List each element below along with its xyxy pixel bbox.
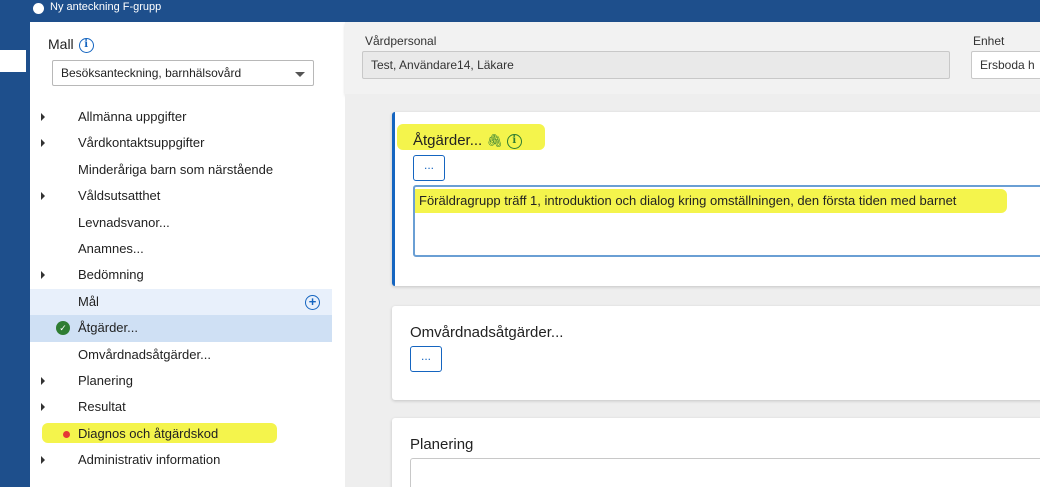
- planering-title: Planering: [410, 436, 474, 453]
- chevron-right-icon[interactable]: [41, 139, 45, 148]
- sidebar-item-label: Anamnes...: [78, 240, 144, 256]
- atgarder-more-button[interactable]: ...: [413, 155, 445, 181]
- sidebar-item-valdsutsatthet[interactable]: Våldsutsatthet: [30, 183, 332, 209]
- app-icon: [33, 3, 44, 14]
- sidebar-item-mal[interactable]: Mål +: [30, 288, 332, 316]
- sidebar-item-diagnos[interactable]: Diagnos och åtgärdskod: [30, 421, 332, 447]
- planering-textarea[interactable]: [410, 458, 1040, 487]
- chevron-right-icon[interactable]: [41, 271, 45, 280]
- atgarder-card: Åtgärder... 🖇 i ... Föräldragrupp träff 1,…: [392, 112, 1040, 286]
- sidebar-item-label: Våldsutsatthet: [78, 188, 161, 204]
- sidebar-item-atgarder[interactable]: ✓ Åtgärder...: [30, 315, 332, 342]
- mall-select-value: Besöksanteckning, barnhälsovård: [61, 66, 242, 80]
- sidebar-item-resultat[interactable]: Resultat: [30, 394, 332, 420]
- sidebar-item-label: Åtgärder...: [78, 320, 138, 336]
- rail-tab[interactable]: [0, 50, 26, 72]
- sidebar-item-planering[interactable]: Planering: [30, 368, 332, 394]
- chevron-down-icon: [295, 72, 305, 77]
- chevron-right-icon[interactable]: [41, 403, 45, 412]
- check-circle-icon: ✓: [56, 321, 70, 336]
- planering-card: Planering: [392, 418, 1040, 487]
- left-rail: [0, 22, 30, 487]
- sidebar: Mall i Besöksanteckning, barnhälsovård Al…: [30, 22, 332, 487]
- sidebar-item-levnadsvanor[interactable]: Levnadsvanor...: [30, 210, 332, 236]
- sidebar-item-minderariga-barn[interactable]: Minderåriga barn som närstående: [30, 157, 332, 183]
- enhet-label: Enhet: [973, 34, 1005, 48]
- enhet-value: Ersboda h: [980, 58, 1035, 72]
- chevron-right-icon[interactable]: [41, 376, 45, 385]
- sidebar-item-label: Diagnos och åtgärdskod: [78, 425, 219, 441]
- sidebar-item-label: Omvårdnadsåtgärder...: [78, 346, 211, 362]
- vardpersonal-field[interactable]: Test, Användare14, Läkare: [362, 51, 950, 79]
- mall-label: Mall i: [48, 36, 94, 53]
- sidebar-item-administrativ[interactable]: Administrativ information: [30, 447, 332, 473]
- sidebar-item-label: Bedömning: [78, 267, 144, 283]
- info-icon[interactable]: i: [506, 133, 522, 149]
- sidebar-item-label: Levnadsvanor...: [78, 214, 170, 230]
- info-icon[interactable]: i: [78, 37, 94, 53]
- header-fields: Vårdpersonal Test, Användare14, Läkare E…: [345, 22, 1040, 94]
- sidebar-item-label: Vårdkontaktsuppgifter: [78, 135, 205, 151]
- sidebar-item-label: Allmänna uppgifter: [78, 109, 187, 124]
- add-icon[interactable]: +: [305, 294, 320, 310]
- omvardnad-more-button[interactable]: ...: [410, 346, 442, 372]
- atgarder-textarea[interactable]: Föräldragrupp träff 1, introduktion och …: [413, 185, 1040, 257]
- window-titlebar: Ny anteckning F-grupp: [0, 0, 1040, 22]
- paperclip-icon[interactable]: 🖇: [486, 133, 503, 148]
- sidebar-item-label: Resultat: [78, 399, 126, 415]
- sidebar-item-bedomning[interactable]: Bedömning: [30, 262, 332, 288]
- vardpersonal-label: Vårdpersonal: [365, 34, 437, 48]
- sidebar-item-label: Administrativ information: [78, 452, 221, 468]
- atgarder-title-text: Åtgärder...: [413, 132, 483, 149]
- sidebar-item-vardkontaktsuppgifter[interactable]: Vårdkontaktsuppgifter: [30, 130, 332, 156]
- omvardnad-title: Omvårdnadsåtgärder...: [410, 324, 564, 341]
- mall-label-text: Mall: [48, 36, 74, 52]
- atgarder-text: Föräldragrupp träff 1, introduktion och …: [419, 193, 957, 208]
- window-title: Ny anteckning F-grupp: [50, 1, 162, 13]
- vardpersonal-value: Test, Användare14, Läkare: [371, 58, 514, 72]
- sidebar-item-label: Mål: [78, 293, 99, 309]
- atgarder-title: Åtgärder... 🖇 i: [413, 132, 522, 149]
- chevron-right-icon[interactable]: [41, 192, 45, 201]
- enhet-field[interactable]: Ersboda h: [971, 51, 1040, 79]
- mall-select[interactable]: Besöksanteckning, barnhälsovård: [52, 60, 314, 86]
- sidebar-item-anamnes[interactable]: Anamnes...: [30, 236, 332, 262]
- sidebar-item-label: Minderåriga barn som närstående: [78, 161, 274, 177]
- sidebar-item-omvardnadsatgarder[interactable]: Omvårdnadsåtgärder...: [30, 342, 332, 368]
- sidebar-item-label: Planering: [78, 372, 133, 388]
- required-dot-icon: [63, 430, 70, 438]
- chevron-right-icon[interactable]: [41, 113, 45, 121]
- chevron-right-icon[interactable]: [41, 456, 45, 465]
- section-nav: Allmänna uppgifter Vårdkontaktsuppgifter…: [30, 104, 332, 473]
- omvardnad-card: Omvårdnadsåtgärder... ...: [392, 306, 1040, 400]
- main-content: Åtgärder... 🖇 i ... Föräldragrupp träff 1,…: [345, 94, 1040, 487]
- sidebar-item-allmanna-uppgifter[interactable]: Allmänna uppgifter: [30, 104, 332, 130]
